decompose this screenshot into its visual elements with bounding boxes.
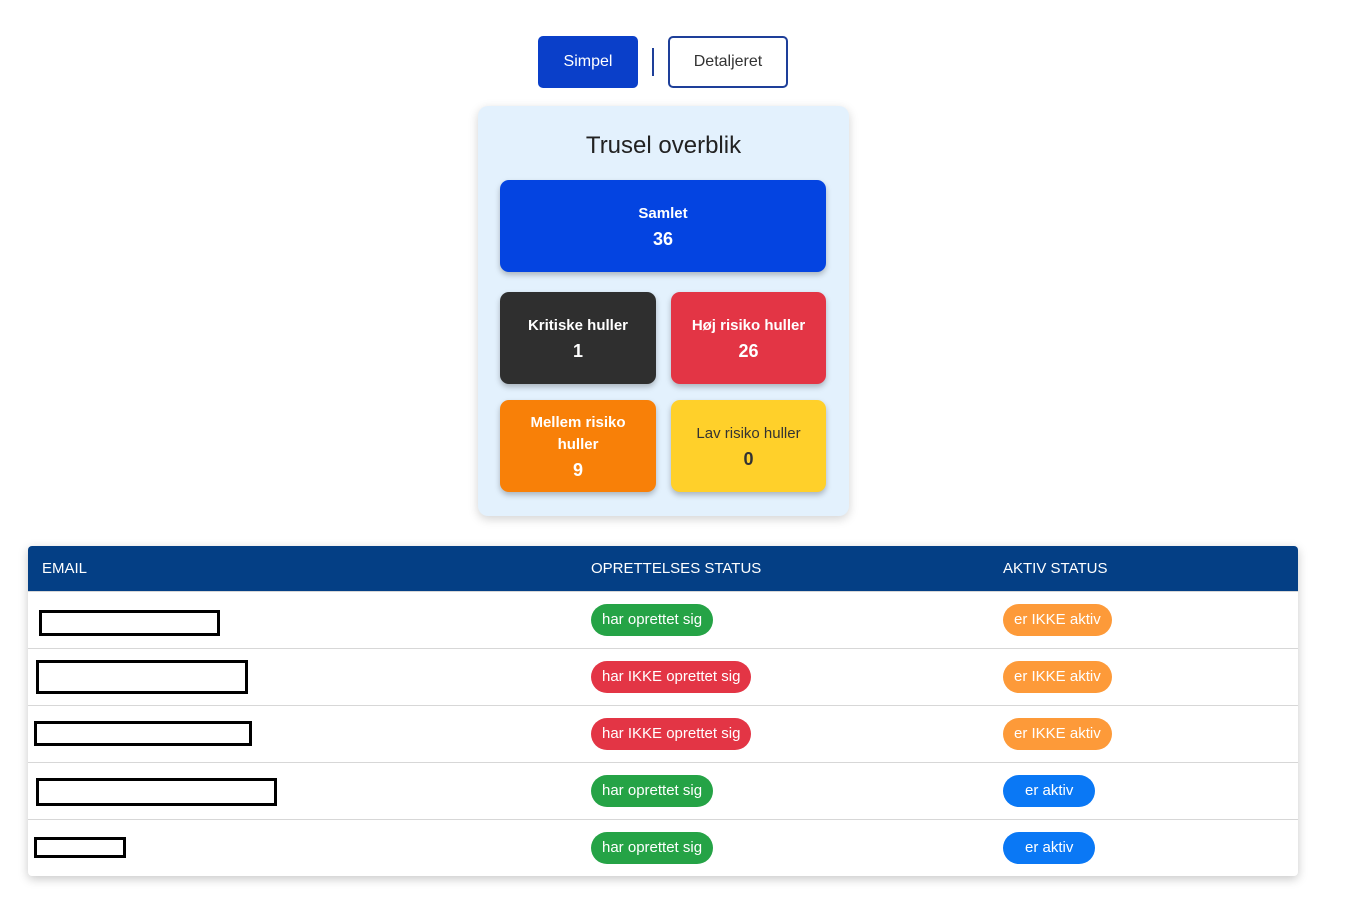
active-status-badge: er IKKE aktiv — [1003, 604, 1112, 636]
active-status-badge: er aktiv — [1003, 832, 1096, 864]
active-status-cell: er aktiv — [1003, 832, 1298, 864]
header-active-status: AKTIV STATUS — [1003, 560, 1108, 577]
table-row: har oprettet sig er aktiv — [28, 762, 1298, 819]
redacted-email — [36, 778, 277, 806]
created-status-cell: har IKKE oprettet sig — [591, 718, 1003, 750]
created-status-badge: har IKKE oprettet sig — [591, 661, 752, 693]
created-status-badge: har oprettet sig — [591, 775, 714, 807]
table-row: har IKKE oprettet sig er IKKE aktiv — [28, 648, 1298, 705]
active-status-cell: er aktiv — [1003, 775, 1298, 807]
high-risk-card: Høj risiko huller 26 — [671, 292, 826, 384]
active-status-badge: er aktiv — [1003, 775, 1096, 807]
medium-risk-card: Mellem risiko huller 9 — [500, 400, 656, 492]
email-cell — [28, 820, 591, 876]
table-row: har oprettet sig er IKKE aktiv — [28, 591, 1298, 648]
overview-title: Trusel overblik — [585, 132, 742, 159]
email-cell — [28, 592, 591, 648]
header-created-status: OPRETTELSES STATUS — [591, 560, 762, 577]
high-risk-value: 26 — [738, 340, 759, 361]
threat-overview-panel: Trusel overblik Samlet 36 Kritiske hulle… — [478, 106, 849, 516]
created-status-cell: har oprettet sig — [591, 832, 1003, 864]
user-status-table: EMAIL OPRETTELSES STATUS AKTIV STATUS ha… — [28, 546, 1298, 876]
created-status-badge: har oprettet sig — [591, 604, 714, 636]
critical-card: Kritiske huller 1 — [500, 292, 656, 384]
active-status-badge: er IKKE aktiv — [1003, 661, 1112, 693]
created-status-cell: har IKKE oprettet sig — [591, 661, 1003, 693]
created-status-badge: har oprettet sig — [591, 832, 714, 864]
toggle-divider — [652, 48, 654, 76]
critical-label: Kritiske huller — [527, 316, 629, 334]
email-cell — [28, 706, 591, 762]
low-risk-value: 0 — [743, 448, 754, 469]
created-status-badge: har IKKE oprettet sig — [591, 718, 752, 750]
low-risk-card: Lav risiko huller 0 — [671, 400, 826, 492]
active-status-badge: er IKKE aktiv — [1003, 718, 1112, 750]
created-status-cell: har oprettet sig — [591, 604, 1003, 636]
table-row: har IKKE oprettet sig er IKKE aktiv — [28, 705, 1298, 762]
low-risk-label: Lav risiko huller — [696, 424, 801, 442]
view-toggle: Simpel Detaljeret — [538, 36, 788, 88]
critical-value: 1 — [572, 340, 583, 361]
total-card: Samlet 36 — [500, 180, 826, 272]
table-header: EMAIL OPRETTELSES STATUS AKTIV STATUS — [28, 546, 1298, 591]
active-status-cell: er IKKE aktiv — [1003, 718, 1298, 750]
redacted-email — [34, 721, 252, 746]
email-cell — [28, 649, 591, 705]
medium-risk-value: 9 — [572, 459, 583, 480]
redacted-email — [34, 837, 126, 858]
simple-view-button[interactable]: Simpel — [538, 36, 638, 88]
detailed-view-button[interactable]: Detaljeret — [668, 36, 788, 88]
redacted-email — [39, 610, 220, 636]
medium-risk-label: Mellem risiko huller — [530, 413, 626, 453]
active-status-cell: er IKKE aktiv — [1003, 604, 1298, 636]
high-risk-label: Høj risiko huller — [691, 316, 806, 334]
table-row: har oprettet sig er aktiv — [28, 819, 1298, 876]
created-status-cell: har oprettet sig — [591, 775, 1003, 807]
header-email: EMAIL — [42, 560, 88, 577]
active-status-cell: er IKKE aktiv — [1003, 661, 1298, 693]
redacted-email — [36, 660, 248, 694]
total-label: Samlet — [638, 204, 688, 222]
total-value: 36 — [652, 228, 674, 249]
email-cell — [28, 763, 591, 819]
